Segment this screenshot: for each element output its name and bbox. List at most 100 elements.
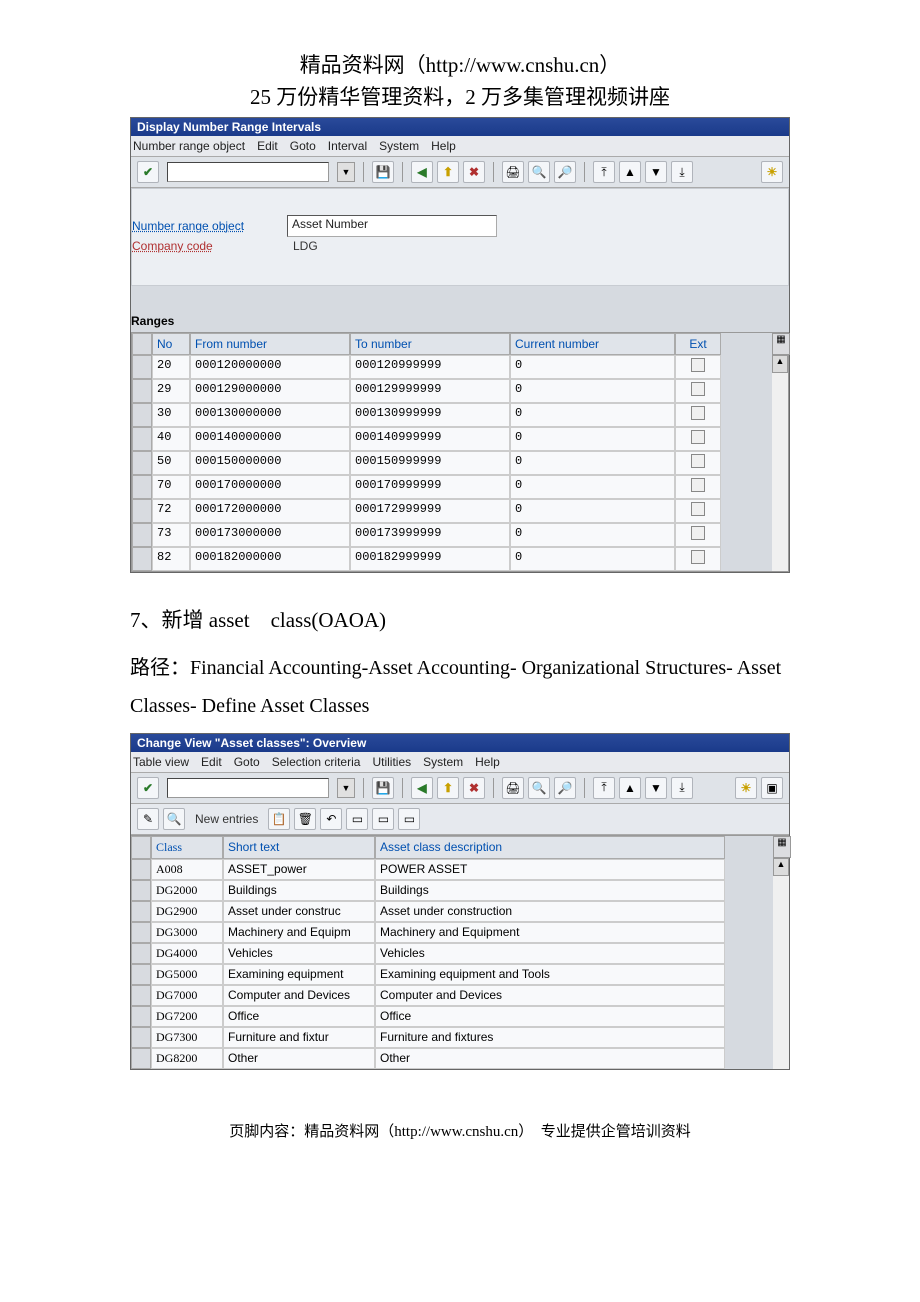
menu-edit[interactable]: Edit: [257, 139, 278, 153]
back-icon[interactable]: ◀: [411, 161, 433, 183]
scroll-up-icon[interactable]: ▲: [773, 858, 789, 876]
col-short[interactable]: Short text: [223, 836, 375, 859]
menu-help-2[interactable]: Help: [475, 755, 500, 769]
dropdown-icon[interactable]: ▼: [337, 778, 355, 798]
menu-tableview[interactable]: Table view: [133, 755, 189, 769]
table-row[interactable]: 290001290000000001299999990: [132, 379, 772, 403]
table-row[interactable]: 200001200000000001209999990: [132, 355, 772, 379]
cell-ext[interactable]: [675, 499, 721, 523]
cell-ext[interactable]: [675, 475, 721, 499]
save-icon[interactable]: 💾: [372, 161, 394, 183]
print-icon[interactable]: 🖨: [502, 161, 524, 183]
checkbox[interactable]: [691, 550, 705, 564]
checkbox[interactable]: [691, 430, 705, 444]
table-row[interactable]: 730001730000000001739999990: [132, 523, 772, 547]
row-handle[interactable]: [132, 403, 152, 427]
col-class[interactable]: Class: [151, 836, 223, 859]
table-row[interactable]: DG7300Furniture and fixturFurniture and …: [131, 1027, 773, 1048]
exit-icon[interactable]: ⬆: [437, 777, 459, 799]
undo-icon[interactable]: ↶: [320, 808, 342, 830]
table-row[interactable]: DG5000Examining equipmentExamining equip…: [131, 964, 773, 985]
menu-help[interactable]: Help: [431, 139, 456, 153]
cancel-icon[interactable]: ✖: [463, 161, 485, 183]
menu-selection[interactable]: Selection criteria: [272, 755, 361, 769]
row-handle[interactable]: [132, 523, 152, 547]
checkbox[interactable]: [691, 358, 705, 372]
table-row[interactable]: 500001500000000001509999990: [132, 451, 772, 475]
col-desc[interactable]: Asset class description: [375, 836, 725, 859]
copy-icon[interactable]: 📋: [268, 808, 290, 830]
checkbox[interactable]: [691, 478, 705, 492]
menu-goto[interactable]: Goto: [290, 139, 316, 153]
row-handle[interactable]: [131, 1048, 151, 1069]
col-from[interactable]: From number: [190, 333, 350, 355]
row-handle[interactable]: [131, 964, 151, 985]
menu-goto-2[interactable]: Goto: [234, 755, 260, 769]
table-row[interactable]: 300001300000000001309999990: [132, 403, 772, 427]
delete-icon[interactable]: 🗑: [294, 808, 316, 830]
row-handle[interactable]: [131, 859, 151, 880]
table-row[interactable]: 720001720000000001729999990: [132, 499, 772, 523]
command-field[interactable]: [167, 162, 329, 182]
menu-system-2[interactable]: System: [423, 755, 463, 769]
col-no[interactable]: No: [152, 333, 190, 355]
first-page-icon[interactable]: ⤒: [593, 161, 615, 183]
first-page-icon[interactable]: ⤒: [593, 777, 615, 799]
session-icon[interactable]: ☀: [735, 777, 757, 799]
checkbox[interactable]: [691, 406, 705, 420]
row-handle[interactable]: [132, 475, 152, 499]
config-icon[interactable]: ▦: [772, 333, 790, 355]
table-row[interactable]: A008ASSET_powerPOWER ASSET: [131, 859, 773, 880]
menu-interval[interactable]: Interval: [328, 139, 367, 153]
next-page-icon[interactable]: ▼: [645, 161, 667, 183]
save-icon[interactable]: 💾: [372, 777, 394, 799]
row-handle[interactable]: [131, 880, 151, 901]
table-row[interactable]: DG7000Computer and DevicesComputer and D…: [131, 985, 773, 1006]
select-block-icon[interactable]: ▭: [372, 808, 394, 830]
new-entries-button[interactable]: New entries: [195, 812, 258, 826]
find-icon[interactable]: 🔍: [528, 777, 550, 799]
col-curr[interactable]: Current number: [510, 333, 675, 355]
ok-icon[interactable]: ✔: [137, 777, 159, 799]
deselect-all-icon[interactable]: ▭: [398, 808, 420, 830]
find-next-icon[interactable]: 🔎: [554, 777, 576, 799]
row-handle[interactable]: [132, 355, 152, 379]
table-row[interactable]: DG7200OfficeOffice: [131, 1006, 773, 1027]
prev-page-icon[interactable]: ▲: [619, 161, 641, 183]
row-handle[interactable]: [131, 922, 151, 943]
table-row[interactable]: DG2900Asset under construcAsset under co…: [131, 901, 773, 922]
other-entry-icon[interactable]: 🔍: [163, 808, 185, 830]
row-handle[interactable]: [131, 1027, 151, 1048]
table-row[interactable]: DG3000Machinery and EquipmMachinery and …: [131, 922, 773, 943]
cell-ext[interactable]: [675, 403, 721, 427]
dropdown-icon[interactable]: ▼: [337, 162, 355, 182]
row-handle[interactable]: [131, 985, 151, 1006]
menu-utilities[interactable]: Utilities: [372, 755, 411, 769]
exit-icon[interactable]: ⬆: [437, 161, 459, 183]
row-handle[interactable]: [131, 1006, 151, 1027]
select-all-icon[interactable]: ▭: [346, 808, 368, 830]
row-handle[interactable]: [132, 379, 152, 403]
cell-ext[interactable]: [675, 523, 721, 547]
table-row[interactable]: DG8200OtherOther: [131, 1048, 773, 1069]
last-page-icon[interactable]: ⤓: [671, 777, 693, 799]
row-handle[interactable]: [131, 901, 151, 922]
table-row[interactable]: DG2000BuildingsBuildings: [131, 880, 773, 901]
menu-nro[interactable]: Number range object: [133, 139, 245, 153]
table-row[interactable]: DG4000VehiclesVehicles: [131, 943, 773, 964]
row-handle[interactable]: [131, 943, 151, 964]
scroll-up-icon[interactable]: ▲: [772, 355, 788, 373]
scrollbar[interactable]: ▦ ▲: [772, 333, 788, 571]
ok-icon[interactable]: ✔: [137, 161, 159, 183]
cell-ext[interactable]: [675, 379, 721, 403]
cell-ext[interactable]: [675, 355, 721, 379]
cancel-icon[interactable]: ✖: [463, 777, 485, 799]
prev-page-icon[interactable]: ▲: [619, 777, 641, 799]
menu-edit-2[interactable]: Edit: [201, 755, 222, 769]
table-row[interactable]: 700001700000000001709999990: [132, 475, 772, 499]
find-icon[interactable]: 🔍: [528, 161, 550, 183]
display-change-icon[interactable]: ✎: [137, 808, 159, 830]
checkbox[interactable]: [691, 382, 705, 396]
row-handle[interactable]: [132, 499, 152, 523]
checkbox[interactable]: [691, 526, 705, 540]
